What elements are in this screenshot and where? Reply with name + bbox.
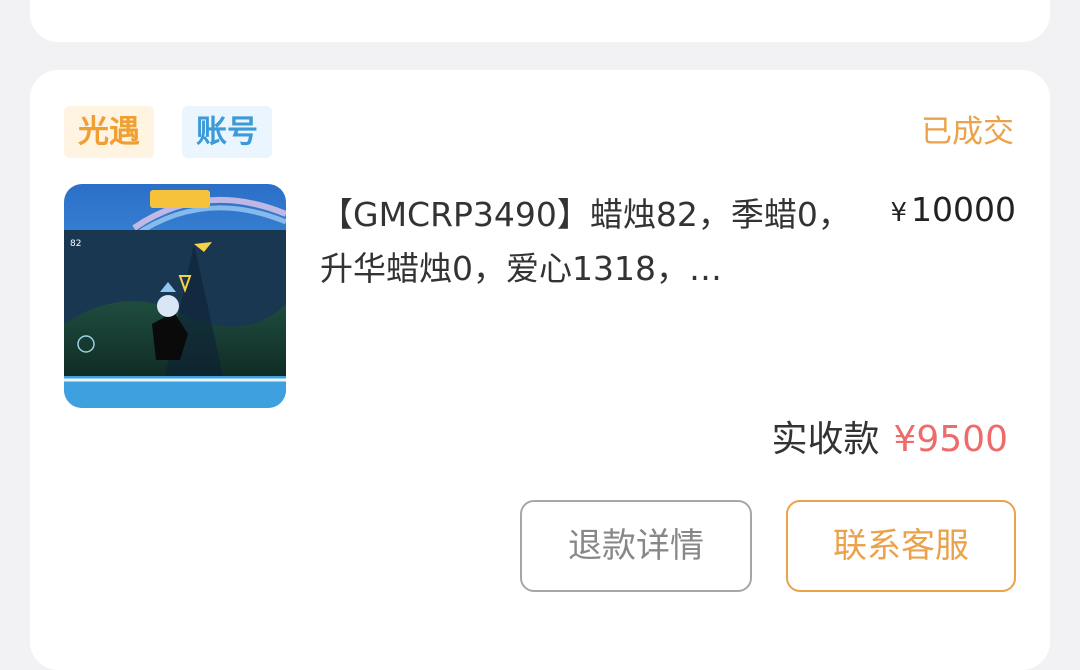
contact-support-button[interactable]: 联系客服 — [786, 500, 1016, 592]
previous-order-card — [30, 0, 1050, 42]
game-screenshot-image[interactable]: 82 — [64, 184, 286, 408]
listing-price-value: 10000 — [911, 190, 1016, 229]
currency-symbol: ¥ — [890, 198, 908, 228]
refund-details-button[interactable]: 退款详情 — [520, 500, 752, 592]
category-tag: 账号 — [182, 106, 272, 158]
svg-text:82: 82 — [70, 239, 81, 249]
received-label: 实收款 — [771, 419, 880, 460]
listing-price: ¥10000 — [890, 188, 1016, 235]
order-card[interactable]: 光遇 账号 已成交 82 【GMCRP3490】蜡烛82，季蜡0，升华蜡烛0，爱… — [30, 70, 1050, 670]
game-tag: 光遇 — [64, 106, 154, 158]
order-title[interactable]: 【GMCRP3490】蜡烛82，季蜡0，升华蜡烛0，爱心1318，… — [320, 188, 860, 296]
order-status: 已成交 — [921, 114, 1014, 150]
received-amount-row: 实收款 ¥9500 — [771, 416, 1008, 464]
received-amount: ¥9500 — [893, 419, 1008, 460]
